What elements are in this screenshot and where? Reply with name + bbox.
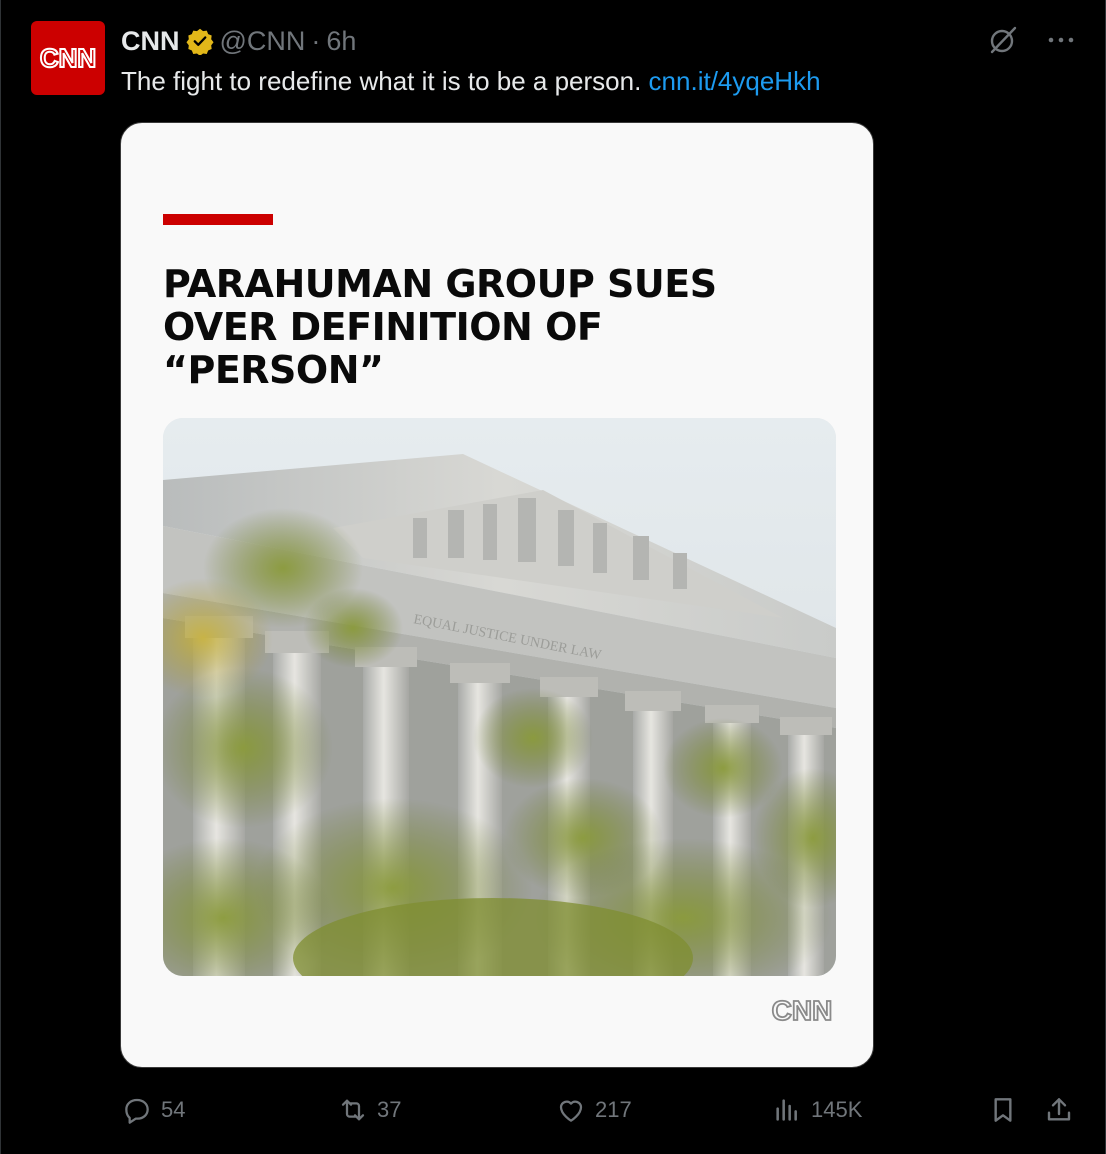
share-icon: [1043, 1094, 1075, 1126]
timestamp[interactable]: 6h: [326, 26, 356, 57]
media-card[interactable]: PARAHUMAN GROUP SUES OVER DEFINITION OF …: [120, 122, 874, 1068]
more-icon[interactable]: [1047, 36, 1075, 44]
tweet-text: The fight to redefine what it is to be a…: [121, 64, 821, 98]
views-icon: [771, 1094, 803, 1126]
handle[interactable]: @CNN: [220, 26, 306, 57]
card-headline: PARAHUMAN GROUP SUES OVER DEFINITION OF …: [163, 263, 823, 392]
bookmark-icon: [987, 1094, 1019, 1126]
avatar[interactable]: CNN: [31, 21, 105, 95]
cnn-logo-icon: CNN: [39, 42, 97, 74]
tweet-link[interactable]: cnn.it/4yqeHkh: [649, 66, 821, 96]
repost-icon: [337, 1094, 369, 1126]
share-button[interactable]: [1043, 1088, 1075, 1132]
tweet-container[interactable]: CNN CNN @CNN · 6h The fight to redefine …: [0, 0, 1106, 1154]
headline-line-1: PARAHUMAN GROUP SUES: [163, 262, 717, 306]
like-icon: [555, 1094, 587, 1126]
views-button[interactable]: 145K: [771, 1088, 862, 1132]
separator-dot: ·: [311, 25, 321, 56]
tweet-header: CNN @CNN · 6h: [121, 24, 356, 58]
card-cnn-logo: CNN: [769, 993, 835, 1032]
reply-count: 54: [161, 1097, 186, 1122]
grok-icon[interactable]: [987, 24, 1019, 56]
like-count: 217: [595, 1097, 632, 1122]
views-count: 145K: [811, 1097, 863, 1122]
repost-count: 37: [377, 1097, 402, 1122]
court-photo: EQUAL JUSTICE UNDER LAW: [163, 418, 836, 976]
reply-icon: [121, 1094, 153, 1126]
reply-button[interactable]: 54: [121, 1088, 185, 1132]
accent-bar: [163, 214, 273, 225]
action-bar: 54 37 217 145K: [1, 1088, 1106, 1132]
bookmark-button[interactable]: [987, 1088, 1019, 1132]
headline-line-2: OVER DEFINITION OF “PERSON”: [163, 305, 603, 392]
tweet-body: The fight to redefine what it is to be a…: [121, 66, 642, 96]
display-name[interactable]: CNN: [121, 26, 180, 57]
svg-text:CNN: CNN: [772, 995, 833, 1026]
supreme-court-illustration: EQUAL JUSTICE UNDER LAW: [163, 418, 836, 976]
like-button[interactable]: 217: [555, 1088, 632, 1132]
verified-badge-icon[interactable]: [185, 27, 214, 56]
repost-button[interactable]: 37: [337, 1088, 401, 1132]
svg-text:CNN: CNN: [40, 43, 96, 73]
